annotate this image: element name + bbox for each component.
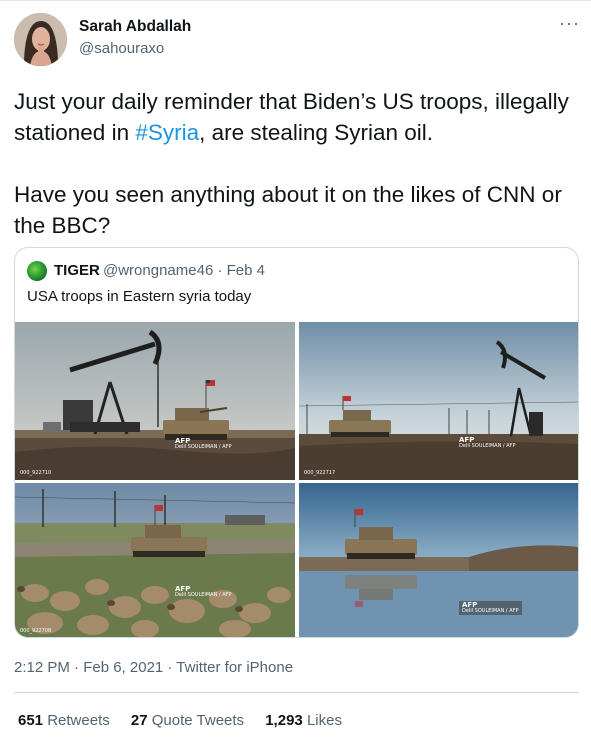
quoted-author-avatar <box>27 261 47 281</box>
tweet-text: Just your daily reminder that Biden’s US… <box>14 86 579 241</box>
photo-grid: AFP Delil SOULEIMAN / AFP 000_922710 AFP… <box>15 322 578 637</box>
quoted-author-name: TIGER <box>54 262 100 279</box>
tweet-detail: Sarah Abdallah @sahouraxo ··· Just your … <box>0 0 591 737</box>
author-handle[interactable]: @sahouraxo <box>79 40 164 57</box>
photo-3[interactable]: AFP Delil SOULEIMAN / AFP 000_922708 <box>15 483 295 637</box>
photo-2-credit: Delil SOULEIMAN / AFP <box>459 443 516 449</box>
tweet-paragraph-2: Have you seen anything about it on the l… <box>14 182 562 238</box>
photo-1-watermark: AFP Delil SOULEIMAN / AFP <box>175 438 232 451</box>
photo-1-credit: Delil SOULEIMAN / AFP <box>175 444 232 450</box>
stats-divider <box>14 692 579 693</box>
photo-3-credit: Delil SOULEIMAN / AFP <box>175 592 232 598</box>
quoted-author-handle-date: @wrongname46 · Feb 4 <box>103 262 265 279</box>
photo-3-code: 000_922708 <box>20 628 52 634</box>
tweet-text-after: , are stealing Syrian oil. <box>199 120 433 145</box>
photo-1-code: 000_922710 <box>20 470 52 476</box>
likes-stat[interactable]: 1,293 Likes <box>265 712 342 729</box>
likes-count: 1,293 <box>265 712 303 729</box>
engagement-stats: 651 Retweets 27 Quote Tweets 1,293 Likes <box>18 712 359 729</box>
photo-1[interactable]: AFP Delil SOULEIMAN / AFP 000_922710 <box>15 322 295 480</box>
photo-4[interactable]: AFP Delil SOULEIMAN / AFP <box>299 483 578 637</box>
quote-tweets-label: Quote Tweets <box>151 712 245 729</box>
photo-3-watermark: AFP Delil SOULEIMAN / AFP <box>175 586 232 599</box>
quote-tweets-count: 27 <box>130 712 148 729</box>
quote-tweets-stat[interactable]: 27 Quote Tweets <box>131 712 244 729</box>
likes-label: Likes <box>306 712 342 729</box>
author-avatar[interactable] <box>14 13 67 66</box>
tweet-paragraph-1: Just your daily reminder that Biden’s US… <box>14 86 579 148</box>
author-name[interactable]: Sarah Abdallah <box>79 18 191 36</box>
more-options-icon[interactable]: ··· <box>559 14 580 32</box>
retweets-label: Retweets <box>47 712 110 729</box>
photo-4-credit: Delil SOULEIMAN / AFP <box>462 608 519 614</box>
photo-2-code: 000_922717 <box>304 470 336 476</box>
quoted-tweet-text: USA troops in Eastern syria today <box>27 288 252 305</box>
hashtag-link[interactable]: #Syria <box>135 120 199 145</box>
tweet-timestamp[interactable]: 2:12 PM · Feb 6, 2021 · Twitter for iPho… <box>14 659 293 676</box>
photo-2-watermark: AFP Delil SOULEIMAN / AFP <box>459 437 516 450</box>
retweets-stat[interactable]: 651 Retweets <box>18 712 110 729</box>
photo-4-watermark: AFP Delil SOULEIMAN / AFP <box>459 601 522 615</box>
photo-2[interactable]: AFP Delil SOULEIMAN / AFP 000_922717 <box>299 322 578 480</box>
quoted-tweet[interactable]: TIGER @wrongname46 · Feb 4 USA troops in… <box>14 247 579 638</box>
top-divider <box>0 0 591 1</box>
retweets-count: 651 <box>18 712 44 729</box>
